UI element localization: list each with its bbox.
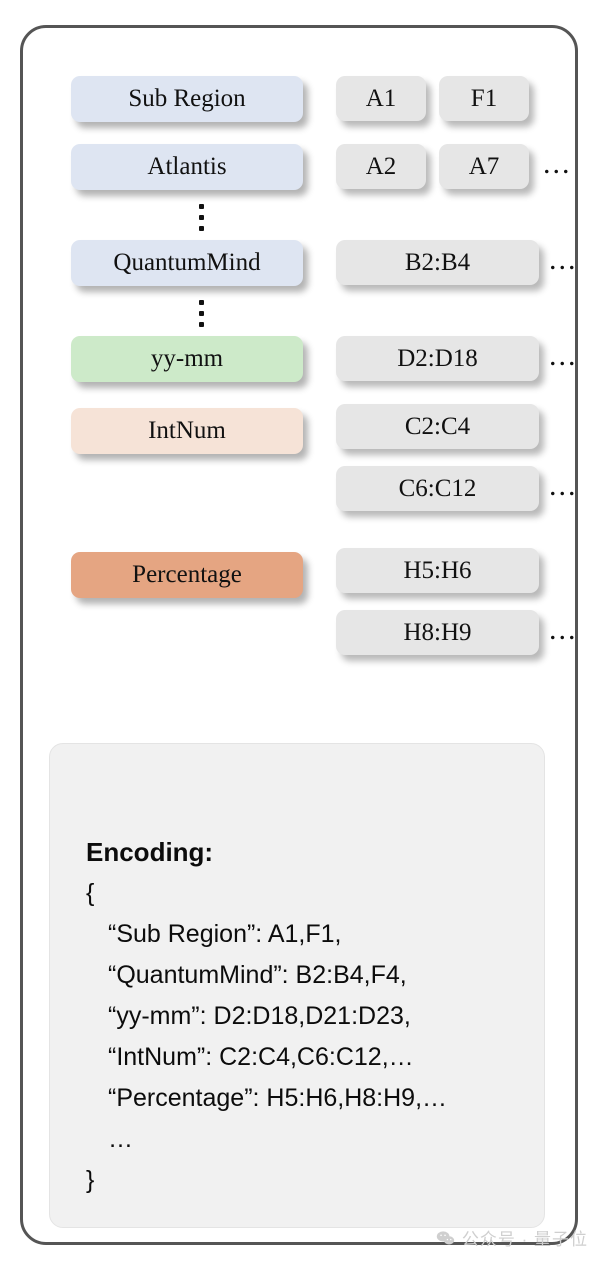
diagram-frame: Sub Region A1 F1 Atlantis A2 A7 ... Quan…	[20, 25, 578, 1245]
encoding-line: …	[108, 1125, 133, 1153]
label-chip-quantummind[interactable]: QuantumMind	[71, 240, 303, 286]
more-ellipsis: ...	[549, 613, 578, 646]
range-chip-h5-h6[interactable]: H5:H6	[336, 548, 539, 593]
table-row: Percentage H5:H6 H8:H9 ...	[23, 548, 578, 656]
encoding-line: “Sub Region”: A1,F1,	[108, 920, 342, 948]
more-ellipsis: ...	[549, 339, 578, 372]
table-row: Sub Region A1 F1	[23, 76, 575, 126]
table-row: Atlantis A2 A7 ...	[23, 144, 575, 194]
encoding-open-brace: {	[86, 879, 95, 907]
vertical-ellipsis-separator	[23, 202, 575, 236]
label-chip-intnum[interactable]: IntNum	[71, 408, 303, 454]
encoding-line: “IntNum”: C2:C4,C6:C12,…	[108, 1043, 414, 1071]
encoding-title: Encoding:	[86, 837, 214, 867]
encoding-panel: Encoding: { “Sub Region”: A1,F1, “Quantu…	[49, 743, 545, 1228]
mapping-rows: Sub Region A1 F1 Atlantis A2 A7 ... Quan…	[23, 28, 578, 666]
table-row: yy-mm D2:D18 ...	[23, 336, 578, 386]
range-chip-h8-h9[interactable]: H8:H9	[336, 610, 539, 655]
more-ellipsis: ...	[549, 243, 578, 276]
encoding-line: “Percentage”: H5:H6,H8:H9,…	[108, 1084, 448, 1112]
label-chip-sub-region[interactable]: Sub Region	[71, 76, 303, 122]
label-chip-atlantis[interactable]: Atlantis	[71, 144, 303, 190]
range-chip-f1[interactable]: F1	[439, 76, 529, 121]
label-chip-yy-mm[interactable]: yy-mm	[71, 336, 303, 382]
wechat-icon	[436, 1230, 455, 1246]
range-chip-a2[interactable]: A2	[336, 144, 426, 189]
table-row: IntNum C2:C4 C6:C12 ...	[23, 404, 578, 512]
more-ellipsis: ...	[549, 469, 578, 502]
range-chip-a7[interactable]: A7	[439, 144, 529, 189]
table-row: QuantumMind B2:B4 ...	[23, 240, 578, 290]
range-chip-c2-c4[interactable]: C2:C4	[336, 404, 539, 449]
range-chip-d2-d18[interactable]: D2:D18	[336, 336, 539, 381]
range-chip-a1[interactable]: A1	[336, 76, 426, 121]
more-ellipsis: ...	[543, 147, 572, 180]
encoding-line: “QuantumMind”: B2:B4,F4,	[108, 961, 407, 989]
encoding-close-brace: }	[86, 1166, 95, 1194]
label-chip-percentage[interactable]: Percentage	[71, 552, 303, 598]
encoding-line: “yy-mm”: D2:D18,D21:D23,	[108, 1002, 411, 1030]
range-chip-c6-c12[interactable]: C6:C12	[336, 466, 539, 511]
vertical-ellipsis-separator	[23, 298, 575, 332]
range-chip-b2-b4[interactable]: B2:B4	[336, 240, 539, 285]
watermark: 公众号 · 量子位	[436, 1225, 588, 1250]
watermark-text: 公众号 · 量子位	[461, 1230, 588, 1249]
